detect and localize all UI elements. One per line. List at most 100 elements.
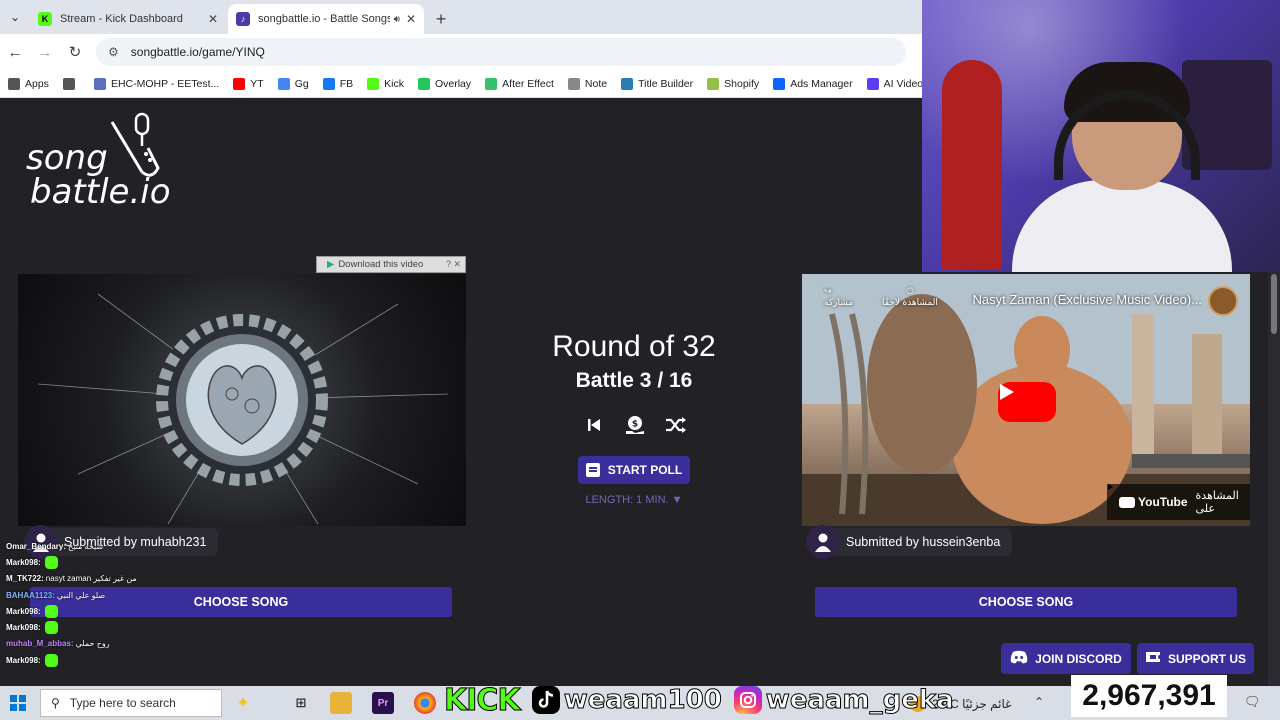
apps-grid-icon — [8, 77, 20, 90]
right-submitter-text: Submitted by hussein3enba — [846, 535, 1001, 549]
browser-tab-bar: ⌄ K Stream - Kick Dashboard ✕ ♪ songbatt… — [0, 0, 922, 34]
bookmark-item[interactable]: After Effect — [485, 77, 554, 90]
task-view-icon[interactable]: ⊞ — [290, 692, 312, 714]
bookmark-item[interactable]: Title Builder — [621, 77, 693, 90]
bookmark-item[interactable]: Overlay — [417, 77, 472, 90]
join-discord-button[interactable]: JOIN DISCORD — [1001, 643, 1131, 674]
coin-hand-icon: $ — [626, 416, 644, 434]
tiktok-icon — [531, 686, 560, 714]
songbattle-logo[interactable]: song battle.io — [26, 112, 176, 212]
bookmark-item[interactable]: Shopify — [707, 77, 759, 90]
help-icon[interactable]: ? ✕ — [446, 259, 461, 270]
support-us-button[interactable]: SUPPORT US — [1137, 643, 1254, 674]
premiere-pro-icon[interactable]: Pr — [372, 692, 394, 714]
tab-songbattle[interactable]: ♪ songbattle.io - Battle Songs 🔊︎ ✕ — [228, 4, 424, 34]
page-scrollbar[interactable] — [1268, 272, 1280, 720]
google-icon — [277, 77, 290, 90]
bookmark-label: Ads Manager — [790, 77, 853, 90]
bookmark-label: Gg — [294, 77, 309, 90]
bookmark-item[interactable] — [62, 77, 80, 90]
chat-message: muhab_M_abbas: روح حملي — [6, 636, 186, 652]
shuffle-button[interactable] — [665, 414, 687, 436]
ai-video-icon — [866, 77, 879, 90]
chat-username: Mark098: — [6, 655, 41, 665]
right-song-youtube-embed[interactable]: ↪ مشاركة 🕑︎ المشاهدة لاحقًا Nasyt Zaman (E… — [802, 274, 1250, 526]
chat-message: Omar_Bendary: شيخه منيح — [6, 538, 186, 554]
bookmark-item[interactable]: AI Video — [866, 77, 923, 90]
download-label: Download this video — [338, 259, 424, 270]
bookmark-label: EHC-MOHP - EETest... — [110, 77, 220, 90]
download-video-bar[interactable]: ▶ Download this video ? ✕ — [316, 256, 466, 273]
start-poll-button[interactable]: START POLL — [578, 456, 690, 484]
chrome-icon[interactable] — [414, 692, 436, 714]
donate-button[interactable]: $ — [624, 414, 646, 436]
yt-share-button[interactable]: ↪ مشاركة — [824, 286, 853, 308]
support-us-label: SUPPORT US — [1167, 651, 1246, 666]
svg-text:$: $ — [632, 420, 638, 430]
chat-username: BAHAA1123: — [6, 590, 55, 600]
bookmark-label: YT — [250, 77, 264, 90]
close-tab-icon[interactable]: ✕ — [208, 12, 218, 26]
instagram-icon — [733, 686, 762, 714]
bookmark-item[interactable]: Ads Manager — [773, 77, 853, 90]
url-input[interactable]: ⚙ songbattle.io/game/YINQ — [96, 38, 906, 66]
bookmark-item[interactable]: Apps — [8, 77, 49, 90]
download-play-icon: ▶ — [327, 259, 335, 270]
tray-expand-icon[interactable]: ⌃ — [1034, 695, 1044, 709]
yt-play-button[interactable] — [998, 382, 1056, 422]
taskbar-search-placeholder: Type here to search — [69, 696, 176, 710]
logo-text-battle: battle.io — [30, 172, 171, 212]
yt-watch-on-youtube[interactable]: YouTube المشاهدة على — [1107, 484, 1250, 520]
yt-watch-later-button[interactable]: 🕑︎ المشاهدة لاحقًا — [882, 286, 938, 308]
ticket-icon — [1145, 651, 1161, 666]
chat-message: Mark098: — [6, 554, 186, 570]
overlay-icon — [417, 77, 430, 90]
new-tab-button[interactable]: + — [426, 4, 456, 34]
bookmark-item[interactable]: FB — [322, 77, 353, 90]
webcam-overlay — [922, 0, 1280, 272]
bookmark-label: Overlay — [434, 77, 472, 90]
join-discord-label: JOIN DISCORD — [1035, 651, 1122, 666]
bookmark-label: Apps — [25, 77, 49, 90]
speaker-icon[interactable]: 🔊︎ — [394, 14, 400, 25]
note-icon — [567, 77, 580, 90]
choose-right-song-button[interactable]: CHOOSE SONG — [815, 587, 1237, 617]
bookmark-item[interactable]: Note — [567, 77, 608, 90]
bookmark-item[interactable]: Gg — [277, 77, 309, 90]
sparkle-icon[interactable]: ✦ — [232, 692, 254, 714]
back-button[interactable]: ← — [0, 37, 30, 67]
scrollbar-thumb[interactable] — [1271, 274, 1277, 334]
file-explorer-icon[interactable] — [330, 692, 352, 714]
tab-kick-dashboard[interactable]: K Stream - Kick Dashboard ✕ — [30, 4, 226, 34]
length-dropdown[interactable]: LENGTH: 1 MIN. ▼ — [560, 494, 708, 506]
notification-icon[interactable]: 🗨︎ — [1244, 694, 1261, 710]
bookmark-item[interactable]: Kick — [367, 77, 404, 90]
reload-button[interactable]: ↻ — [60, 37, 90, 67]
chat-username: Mark098: — [6, 606, 41, 616]
stream-chat-overlay: Omar_Bendary: شيخه منيح Mark098: M_TK722: na… — [6, 538, 186, 668]
close-tab-icon[interactable]: ✕ — [406, 12, 416, 26]
forward-button[interactable]: → — [30, 37, 60, 67]
play-icon — [1000, 384, 1014, 400]
chat-username: Omar_Bendary: — [6, 541, 67, 551]
bookmark-label: Note — [584, 77, 608, 90]
address-bar-row: ← → ↻ ⚙ songbattle.io/game/YINQ — [0, 34, 922, 70]
bookmark-item[interactable]: EHC-MOHP - EETest... — [93, 77, 220, 90]
youtube-brand-text: YouTube — [1138, 495, 1188, 509]
discord-icon — [1010, 650, 1028, 667]
taskbar-search-input[interactable]: ⚲ Type here to search — [40, 689, 222, 717]
chat-text: صلو علي النبي — [56, 590, 106, 600]
yt-watch-later-label: المشاهدة لاحقًا — [882, 297, 938, 307]
kick-icon — [367, 77, 380, 90]
left-song-video[interactable] — [18, 274, 466, 526]
previous-battle-button[interactable] — [583, 414, 605, 436]
tab-search-button[interactable]: ⌄ — [0, 0, 30, 34]
chat-message: Mark098: — [6, 603, 186, 619]
yt-channel-avatar[interactable] — [1208, 286, 1238, 316]
windows-start-icon[interactable] — [10, 695, 26, 711]
yt-video-title[interactable]: Nasyt Zaman (Exclusive Music Video)... — [932, 292, 1203, 307]
tab-label: songbattle.io - Battle Songs — [258, 13, 390, 25]
bookmark-item[interactable]: YT — [233, 77, 264, 90]
yt-watch-on-label: المشاهدة على — [1195, 490, 1239, 515]
site-settings-icon[interactable]: ⚙ — [108, 45, 119, 59]
